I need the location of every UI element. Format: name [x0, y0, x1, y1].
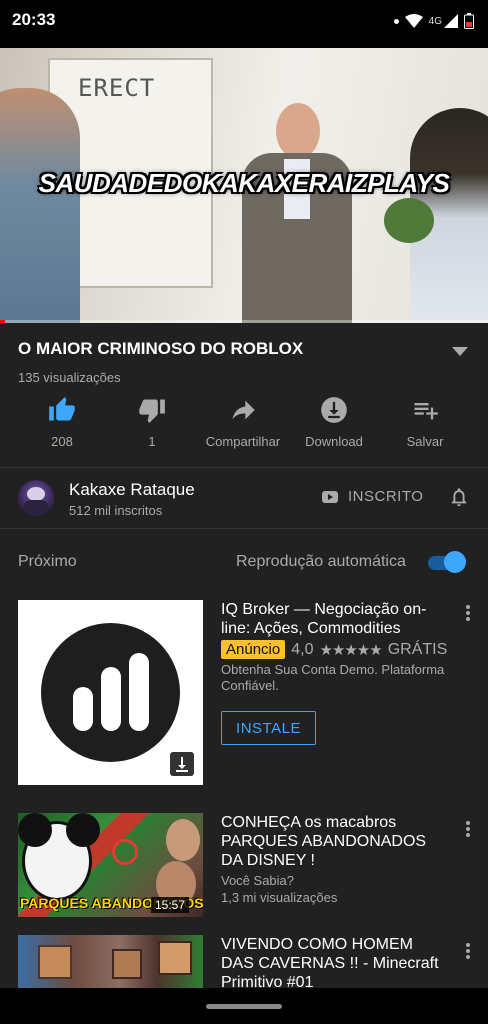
download-label: Download — [305, 434, 363, 449]
video-duration: 15:57 — [150, 897, 189, 913]
divider — [0, 528, 488, 529]
subscribed-button[interactable]: INSCRITO — [322, 488, 423, 505]
whiteboard-text: ERECT — [78, 74, 156, 102]
highlight-circle-icon — [112, 839, 138, 865]
status-time: 20:33 — [12, 10, 56, 29]
logo-bar — [101, 667, 121, 731]
star-rating-icon: ★★★★★ — [319, 641, 382, 659]
share-button[interactable]: Compartilhar — [198, 395, 288, 449]
channel-row[interactable]: Kakaxe Rataque 512 mil inscritos INSCRIT… — [0, 470, 488, 528]
thumbs-down-icon — [139, 399, 165, 423]
person-face-image — [166, 819, 200, 861]
status-icons: 4G — [393, 12, 474, 30]
video-thumbnail[interactable] — [18, 935, 203, 988]
download-icon — [170, 752, 194, 776]
list-item[interactable]: VIVENDO COMO HOMEM DAS CAVERNAS !! - Min… — [0, 935, 488, 988]
save-button[interactable]: Salvar — [380, 395, 470, 449]
ad-description: Obtenha Sua Conta Demo. Plataforma Confi… — [221, 662, 445, 693]
video-overlay-text: SAUDADEDOKAKAXERAIZPLAYS — [38, 168, 450, 198]
bell-icon[interactable] — [448, 485, 470, 509]
view-count: 135 visualizações — [18, 370, 121, 385]
status-bar: 20:33 4G — [0, 0, 488, 48]
list-item[interactable]: PARQUES ABANDONADOS 15:57 CONHEÇA os mac… — [0, 813, 488, 923]
minecraft-character-image — [158, 941, 192, 975]
channel-name[interactable]: Kakaxe Rataque — [69, 480, 195, 500]
presenter-image — [226, 103, 366, 323]
share-label: Compartilhar — [205, 434, 281, 449]
download-button[interactable]: Download — [289, 395, 379, 449]
video-channel: Você Sabia? — [221, 873, 295, 888]
video-title[interactable]: VIVENDO COMO HOMEM DAS CAVERNAS !! - Min… — [221, 935, 441, 988]
mickey-ear-image — [18, 813, 52, 847]
install-button[interactable]: INSTALE — [221, 711, 316, 745]
like-count: 208 — [51, 434, 73, 449]
up-next-row: Próximo Reprodução automática — [0, 545, 488, 579]
thumbs-up-icon — [49, 397, 75, 421]
mickey-ear-image — [66, 813, 100, 847]
more-options-icon[interactable] — [462, 819, 474, 839]
wifi-icon — [404, 14, 423, 28]
youtube-play-icon — [322, 490, 338, 503]
video-progress-fill — [0, 320, 5, 323]
video-thumbnail[interactable]: PARQUES ABANDONADOS 15:57 — [18, 813, 203, 917]
logo-bar — [129, 653, 149, 731]
video-title[interactable]: CONHEÇA os macabros PARQUES ABANDONADOS … — [221, 813, 441, 870]
ad-title[interactable]: IQ Broker — Negociação on-line: Ações, C… — [221, 600, 446, 638]
dislike-button[interactable]: 1 — [107, 395, 197, 449]
ad-rating: 4,0 — [291, 640, 314, 658]
video-title[interactable]: O MAIOR CRIMINOSO DO ROBLOX — [18, 339, 303, 359]
autoplay-toggle-knob — [444, 551, 466, 573]
divider — [0, 467, 488, 468]
save-label: Salvar — [406, 434, 444, 449]
ad-thumbnail[interactable] — [18, 600, 203, 785]
network-type-label: 4G — [428, 15, 442, 27]
action-row: 208 1 Compartilhar Download Salvar — [0, 395, 488, 465]
video-player[interactable]: ERECT SAUDADEDOKAKAXERAIZPLAYS — [0, 48, 488, 323]
share-arrow-icon — [232, 400, 255, 420]
home-gesture-pill[interactable] — [206, 1004, 282, 1009]
person-left-image — [0, 88, 80, 323]
video-views: 1,3 mi visualizações — [221, 890, 338, 905]
notification-dot-icon — [393, 18, 399, 24]
battery-icon — [464, 13, 474, 29]
system-nav-bar — [0, 988, 488, 1024]
minecraft-character-image — [38, 945, 72, 979]
video-progress-bar[interactable] — [0, 320, 488, 323]
channel-avatar[interactable] — [18, 480, 54, 516]
up-next-label: Próximo — [18, 553, 77, 570]
channel-subscriber-count: 512 mil inscritos — [69, 503, 163, 518]
chevron-down-icon[interactable] — [452, 347, 468, 356]
iq-broker-logo-icon — [41, 623, 180, 762]
more-options-icon[interactable] — [462, 941, 474, 961]
more-options-icon[interactable] — [462, 603, 474, 623]
signal-icon — [444, 14, 458, 28]
plant-image — [384, 198, 434, 243]
ad-price: GRÁTIS — [387, 640, 448, 658]
subscribed-label: INSCRITO — [348, 488, 424, 505]
download-icon — [321, 397, 347, 423]
autoplay-label: Reprodução automática — [236, 553, 406, 570]
playlist-add-icon — [414, 403, 438, 420]
ad-card[interactable]: IQ Broker — Negociação on-line: Ações, C… — [0, 600, 488, 790]
logo-bar — [73, 687, 93, 731]
ad-badge: Anúncio — [221, 640, 286, 659]
minecraft-character-image — [112, 949, 142, 979]
ad-meta: Anúncio 4,0 ★★★★★ GRÁTIS — [221, 640, 447, 659]
like-button[interactable]: 208 — [17, 395, 107, 449]
dislike-count: 1 — [148, 434, 156, 449]
autoplay-toggle[interactable] — [428, 551, 466, 573]
